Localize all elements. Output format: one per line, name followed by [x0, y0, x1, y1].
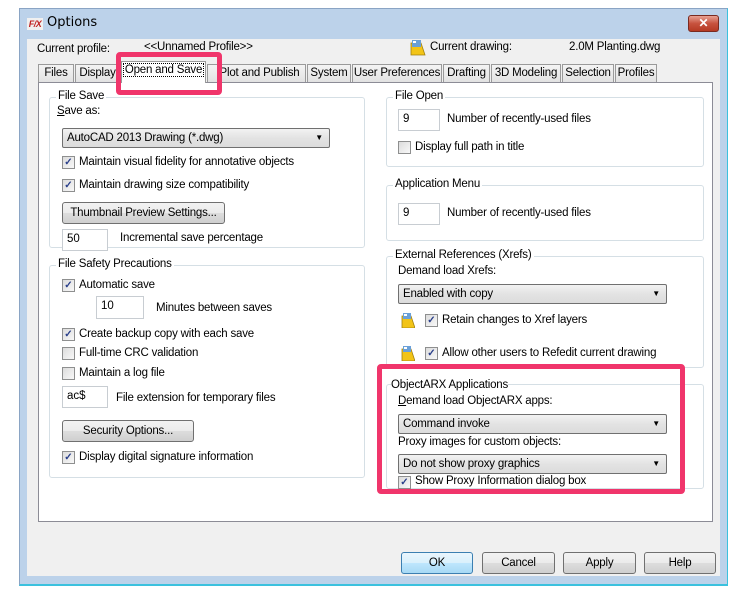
file-open-title: File Open	[393, 90, 446, 102]
digital-signature-label: Display digital signature information	[79, 451, 254, 463]
tab-open-and-save[interactable]: Open and Save	[121, 61, 206, 83]
temp-file-extension-input[interactable]: ac$	[62, 386, 108, 408]
application-menu-group: Application Menu 9 Number of recently-us…	[386, 178, 704, 241]
backup-copy-label: Create backup copy with each save	[79, 328, 254, 340]
visual-fidelity-checkbox[interactable]: ✓	[62, 156, 75, 169]
incremental-save-input[interactable]: 50	[62, 229, 108, 251]
application-menu-title: Application Menu	[393, 178, 483, 190]
size-compatibility-checkbox[interactable]: ✓	[62, 179, 75, 192]
help-button[interactable]: Help	[644, 552, 716, 574]
tab-profiles[interactable]: Profiles	[615, 64, 657, 82]
automatic-save-label: Automatic save	[79, 279, 155, 291]
demand-load-xrefs-value: Enabled with copy	[403, 288, 493, 300]
retain-xref-changes-label: Retain changes to Xref layers	[442, 314, 588, 326]
save-as-value: AutoCAD 2013 Drawing (*.dwg)	[67, 132, 224, 144]
allow-refedit-label: Allow other users to Refedit current dra…	[442, 347, 657, 359]
ok-button[interactable]: OK	[401, 552, 473, 574]
dialog-body: Current profile: <<Unnamed Profile>> Cur…	[27, 39, 720, 576]
log-file-label: Maintain a log file	[79, 367, 165, 379]
log-file-checkbox[interactable]	[62, 367, 75, 380]
drawing-file-icon	[410, 40, 426, 56]
file-save-title: File Save	[56, 90, 107, 102]
minutes-between-saves-label: Minutes between saves	[156, 302, 272, 314]
current-drawing-value: 2.0M Planting.dwg	[569, 41, 661, 53]
app-menu-recent-input[interactable]: 9	[398, 203, 440, 225]
chevron-down-icon: ▼	[315, 133, 323, 142]
tab-system[interactable]: System	[307, 64, 351, 82]
xrefs-group: External References (Xrefs) Demand load …	[386, 249, 704, 368]
close-icon: ✕	[698, 16, 709, 30]
full-path-label: Display full path in title	[415, 141, 525, 153]
security-options-button[interactable]: Security Options...	[62, 420, 194, 442]
tab-drafting[interactable]: Drafting	[443, 64, 490, 82]
file-open-group: File Open 9 Number of recently-used file…	[386, 90, 704, 167]
xrefs-title: External References (Xrefs)	[393, 249, 534, 261]
demand-load-xrefs-label: Demand load Xrefs:	[398, 265, 497, 277]
file-save-group: File Save Save as: AutoCAD 2013 Drawing …	[49, 90, 365, 251]
automatic-save-checkbox[interactable]: ✓	[62, 279, 75, 292]
digital-signature-checkbox[interactable]: ✓	[62, 451, 75, 464]
app-menu-recent-label: Number of recently-used files	[447, 207, 591, 219]
visual-fidelity-label: Maintain visual fidelity for annotative …	[79, 156, 294, 168]
title-bar[interactable]: F/X Options ✕	[20, 9, 727, 39]
cancel-button[interactable]: Cancel	[482, 552, 555, 574]
minutes-between-saves-input[interactable]: 10	[96, 296, 144, 319]
tab-files[interactable]: Files	[38, 64, 74, 82]
crc-validation-label: Full-time CRC validation	[79, 347, 199, 359]
crc-validation-checkbox[interactable]	[62, 347, 75, 360]
file-safety-title: File Safety Precautions	[56, 258, 174, 270]
file-open-recent-label: Number of recently-used files	[447, 113, 591, 125]
file-open-recent-input[interactable]: 9	[398, 109, 440, 131]
tab-display[interactable]: Display	[75, 64, 120, 82]
apply-button[interactable]: Apply	[563, 552, 636, 574]
full-path-checkbox[interactable]	[398, 141, 411, 154]
current-profile-label: Current profile:	[37, 43, 110, 55]
retain-xref-changes-checkbox[interactable]: ✓	[425, 314, 438, 327]
backup-copy-checkbox[interactable]: ✓	[62, 328, 75, 341]
tab-user-preferences[interactable]: User Preferences	[352, 64, 442, 82]
allow-refedit-checkbox[interactable]: ✓	[425, 347, 438, 360]
thumbnail-preview-settings-button[interactable]: Thumbnail Preview Settings...	[62, 202, 225, 224]
drawing-file-icon	[401, 346, 415, 361]
current-drawing-label: Current drawing:	[430, 41, 512, 53]
save-as-label: Save as:	[57, 105, 101, 117]
highlight-objectarx-group	[377, 364, 685, 494]
temp-file-extension-label: File extension for temporary files	[116, 392, 276, 404]
demand-load-xrefs-dropdown[interactable]: Enabled with copy ▼	[398, 284, 667, 304]
drawing-file-icon	[401, 313, 415, 328]
close-button[interactable]: ✕	[688, 15, 719, 32]
size-compatibility-label: Maintain drawing size compatibility	[79, 179, 250, 191]
file-safety-group: File Safety Precautions ✓ Automatic save…	[49, 258, 365, 478]
incremental-save-label: Incremental save percentage	[120, 232, 263, 244]
window-title: Options	[47, 15, 98, 30]
tab-3d-modeling[interactable]: 3D Modeling	[491, 64, 561, 82]
save-as-dropdown[interactable]: AutoCAD 2013 Drawing (*.dwg) ▼	[62, 128, 330, 148]
app-logo-icon: F/X	[27, 18, 43, 30]
tab-selection[interactable]: Selection	[562, 64, 614, 82]
chevron-down-icon: ▼	[652, 289, 660, 298]
